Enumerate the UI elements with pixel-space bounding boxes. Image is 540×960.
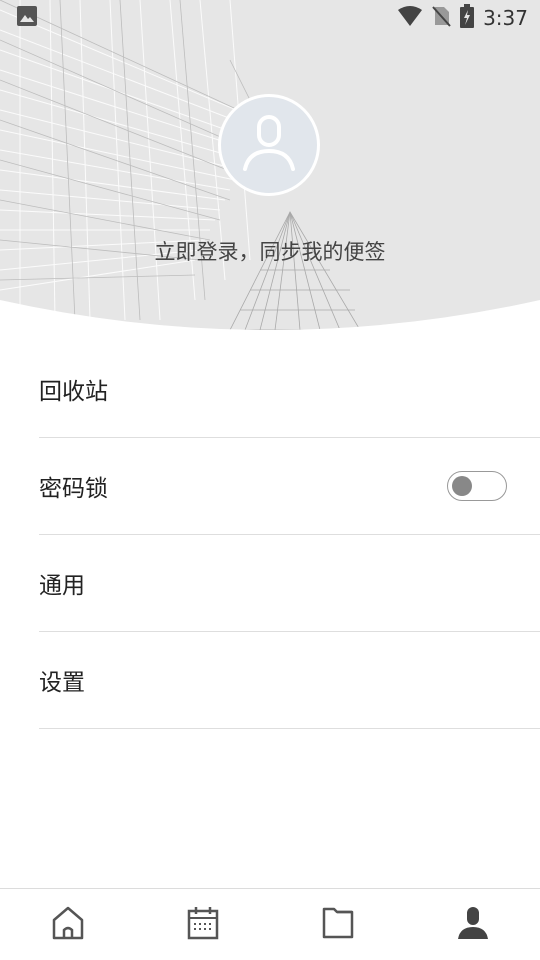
login-prompt[interactable]: 立即登录，同步我的便签 bbox=[0, 236, 540, 266]
wifi-icon bbox=[397, 5, 423, 31]
menu-item-label: 回收站 bbox=[39, 379, 108, 405]
menu-item-recycle-bin[interactable]: 回收站 bbox=[39, 341, 540, 438]
home-icon bbox=[52, 906, 84, 944]
status-bar: 3:37 bbox=[0, 0, 540, 36]
nav-item-home[interactable] bbox=[0, 889, 135, 960]
calendar-icon bbox=[187, 906, 219, 944]
image-notification-icon bbox=[16, 5, 38, 31]
nav-item-calendar[interactable] bbox=[135, 889, 270, 960]
menu-item-settings[interactable]: 设置 bbox=[39, 632, 540, 729]
nav-item-profile[interactable] bbox=[405, 889, 540, 960]
password-lock-toggle[interactable] bbox=[447, 471, 507, 501]
menu-item-password-lock[interactable]: 密码锁 bbox=[39, 438, 540, 535]
bottom-nav bbox=[0, 888, 540, 960]
profile-icon bbox=[457, 906, 489, 944]
menu-item-label: 密码锁 bbox=[39, 476, 108, 502]
folder-icon bbox=[322, 906, 354, 944]
battery-charging-icon bbox=[459, 4, 475, 32]
clock: 3:37 bbox=[483, 6, 528, 30]
menu-item-label: 设置 bbox=[39, 670, 85, 696]
nav-item-folder[interactable] bbox=[270, 889, 405, 960]
settings-menu: 回收站 密码锁 通用 设置 bbox=[0, 341, 540, 729]
avatar[interactable] bbox=[218, 94, 320, 196]
toggle-knob bbox=[452, 476, 472, 496]
menu-item-general[interactable]: 通用 bbox=[39, 535, 540, 632]
profile-header: 3:37 立即登录，同步我的便签 bbox=[0, 0, 540, 330]
no-sim-icon bbox=[431, 5, 451, 31]
user-icon bbox=[241, 113, 297, 177]
menu-item-label: 通用 bbox=[39, 573, 85, 599]
